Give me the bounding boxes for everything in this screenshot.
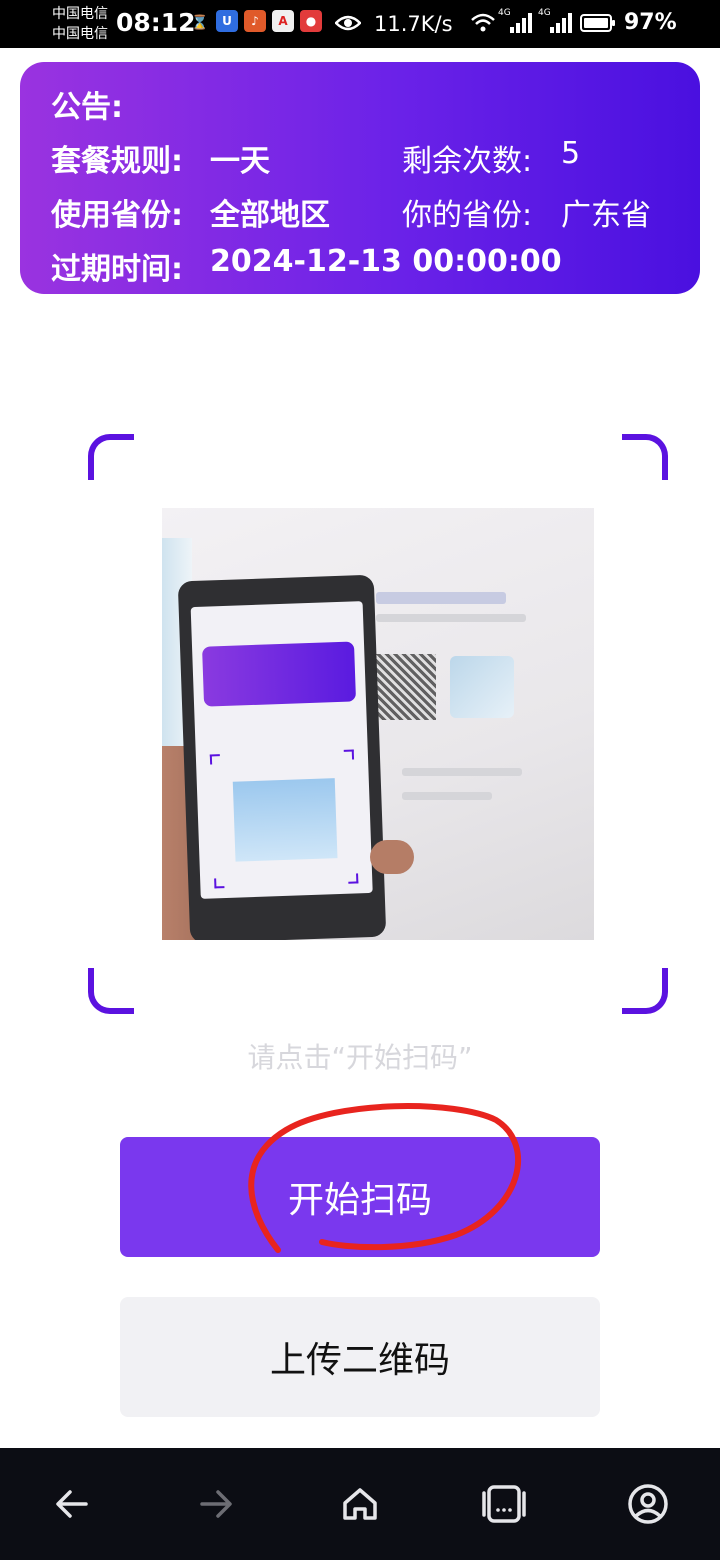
battery-percent: 97% [624, 10, 677, 35]
carrier-2: 中国电信 [52, 26, 108, 42]
carrier-1: 中国电信 [52, 6, 108, 22]
network-label-1: 4G [498, 8, 511, 18]
phone-in-photo [177, 574, 387, 940]
your-province-label: 你的省份: [402, 198, 533, 233]
upload-qr-label: 上传二维码 [269, 1340, 450, 1381]
home-icon[interactable] [332, 1476, 388, 1532]
signal-icon-2: 4G [538, 8, 574, 36]
scan-frame-corner-bottom-right [622, 968, 668, 1014]
mini-scan-preview [232, 778, 338, 862]
expire-label: 过期时间: [51, 252, 183, 287]
monitor-title-bar [376, 592, 506, 604]
tabs-icon[interactable] [476, 1476, 532, 1532]
mini-corner [214, 878, 225, 889]
your-province-value: 广东省 [561, 198, 651, 233]
signal-icon: 4G [498, 8, 534, 36]
monitor-card [450, 656, 514, 718]
monitor-text-line [402, 792, 492, 800]
remaining-label: 剩余次数: [402, 144, 533, 179]
scan-frame-corner-top-left [88, 434, 134, 480]
remaining-value: 5 [561, 136, 581, 171]
notice-card: 公告: 套餐规则: 一天 剩余次数: 5 使用省份: 全部地区 你的省份: 广东… [20, 62, 700, 294]
mini-corner [209, 754, 221, 765]
carrier-labels: 中国电信 中国电信 [52, 4, 108, 44]
example-photo [162, 508, 594, 940]
account-icon[interactable] [620, 1476, 676, 1532]
network-label-2: 4G [538, 8, 551, 18]
clock: 08:12 [116, 8, 196, 37]
scan-hint: 请点击“开始扫码” [247, 1041, 473, 1074]
monitor-qr-code [374, 654, 436, 720]
phone-screen [190, 601, 373, 899]
eye-icon [334, 10, 362, 36]
app-a-icon: A [272, 10, 294, 32]
mini-notice-card [202, 641, 357, 707]
net-speed: 11.7K/s [374, 12, 453, 36]
monitor-text-line [402, 768, 522, 776]
upload-qr-button[interactable]: 上传二维码 [120, 1297, 600, 1417]
battery-icon [580, 14, 615, 32]
app-u-icon: U [216, 10, 238, 32]
rule-label: 套餐规则: [51, 144, 183, 179]
start-scan-label: 开始扫码 [287, 1180, 432, 1221]
mini-corner [343, 749, 355, 760]
wifi-icon [470, 10, 496, 36]
monitor-text-line [376, 614, 526, 622]
status-bar: 中国电信 中国电信 08:12 ⌛ U ♪ A ● 11.7K/s 4G 4G … [0, 0, 720, 48]
notice-title: 公告: [51, 90, 123, 125]
hourglass-icon: ⌛ [191, 15, 209, 31]
scan-frame-corner-top-right [622, 434, 668, 480]
scan-frame-corner-bottom-left [88, 968, 134, 1014]
start-scan-button[interactable]: 开始扫码 [120, 1137, 600, 1257]
province-use-label: 使用省份: [51, 198, 183, 233]
app-ting-icon: ♪ [244, 10, 266, 32]
rule-value: 一天 [210, 144, 270, 179]
finger [370, 840, 414, 874]
back-icon[interactable] [44, 1476, 100, 1532]
mini-corner [348, 873, 359, 884]
province-use-value: 全部地区 [210, 198, 330, 233]
forward-icon[interactable] [188, 1476, 244, 1532]
app-red-icon: ● [300, 10, 322, 32]
expire-value: 2024-12-13 00:00:00 [210, 244, 562, 279]
bottom-nav-bar [0, 1448, 720, 1560]
